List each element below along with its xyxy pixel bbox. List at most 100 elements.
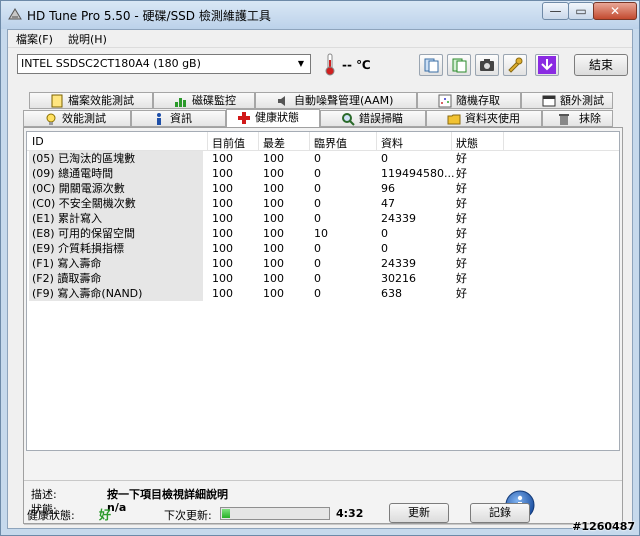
title-bar[interactable]: HD Tune Pro 5.50 - 硬碟/SSD 檢測維護工具 — ▭ ✕: [1, 1, 639, 29]
window-icon: [542, 95, 556, 107]
cell-current: 100: [212, 167, 233, 180]
table-row[interactable]: (E9) 介質耗損指標 100 100 0 0 好: [27, 241, 619, 256]
menu-help[interactable]: 說明(H): [68, 31, 107, 47]
magnifier-icon: [342, 113, 355, 126]
table-row[interactable]: (09) 總通電時間 100 100 0 119494580... 好: [27, 166, 619, 181]
cell-status: 好: [456, 287, 467, 300]
footer-divider: [24, 524, 622, 525]
minimize-button[interactable]: —: [542, 2, 569, 20]
cell-current: 100: [212, 257, 233, 270]
cell-data: 96: [381, 182, 395, 195]
tab-random-access[interactable]: 隨機存取: [417, 92, 521, 109]
screenshot-button[interactable]: [475, 54, 499, 76]
update-progress-bar: [220, 507, 330, 520]
tab-health[interactable]: 健康狀態: [226, 109, 320, 128]
chevron-down-icon[interactable]: ▼: [293, 56, 309, 72]
tab-extra-tests[interactable]: 額外測試: [521, 92, 613, 109]
cell-worst: 100: [263, 167, 284, 180]
smart-table[interactable]: ID 目前值 最差 臨界值 資料 狀態 (05) 已淘汰的區塊數 100 100 0 0…: [26, 131, 620, 451]
health-panel: ID 目前值 最差 臨界值 資料 狀態 (05) 已淘汰的區塊數 100 100 0 0…: [23, 127, 623, 525]
cell-current: 100: [212, 287, 233, 300]
tab-info[interactable]: 資訊: [131, 110, 226, 127]
cell-status: 好: [456, 167, 467, 180]
copy-info-button[interactable]: [419, 54, 443, 76]
cell-threshold: 0: [314, 272, 321, 285]
cell-id: (E1) 累計寫入: [29, 211, 203, 226]
info-small-icon: [157, 113, 161, 125]
cell-status: 好: [456, 272, 467, 285]
cell-worst: 100: [263, 197, 284, 210]
options-button[interactable]: [503, 54, 527, 76]
column-divider: [258, 132, 259, 150]
menu-separator: [8, 47, 632, 48]
cell-id: (E9) 介質耗損指標: [29, 241, 203, 256]
table-row[interactable]: (E1) 累計寫入 100 100 0 24339 好: [27, 211, 619, 226]
next-update-label: 下次更新:: [164, 509, 212, 522]
drive-select-value: INTEL SSDSC2CT180A4 (180 gB): [21, 57, 201, 70]
tab-benchmark[interactable]: 效能測試: [23, 110, 131, 127]
cell-data: 24339: [381, 257, 416, 270]
thermometer-icon: [325, 53, 335, 76]
cell-threshold: 10: [314, 227, 328, 240]
scatter-icon: [438, 94, 452, 108]
cell-worst: 100: [263, 272, 284, 285]
cell-worst: 100: [263, 212, 284, 225]
table-row[interactable]: (E8) 可用的保留空間 100 100 10 0 好: [27, 226, 619, 241]
col-header-worst[interactable]: 最差: [263, 135, 285, 151]
description-value: 按一下項目檢視詳細說明: [107, 488, 228, 501]
col-header-data[interactable]: 資料: [381, 135, 403, 151]
speaker-icon: [278, 96, 285, 106]
copy-all-button[interactable]: [447, 54, 471, 76]
log-button[interactable]: 記錄: [470, 503, 530, 523]
tab-aam[interactable]: 自動噪聲管理(AAM): [255, 92, 417, 109]
cell-status: 好: [456, 257, 467, 270]
tab-error-scan[interactable]: 錯誤掃瞄: [320, 110, 426, 127]
cell-id: (F2) 讀取壽命: [29, 271, 203, 286]
camera-icon: [480, 59, 494, 71]
tab-erase[interactable]: 抹除: [542, 110, 613, 127]
close-button[interactable]: ✕: [593, 2, 637, 20]
bar-chart-icon: [175, 98, 186, 107]
table-row[interactable]: (C0) 不安全關機次數 100 100 0 47 好: [27, 196, 619, 211]
cell-threshold: 0: [314, 167, 321, 180]
temperature-readout: -- ℃: [342, 58, 371, 72]
cell-id: (05) 已淘汰的區塊數: [29, 151, 203, 166]
table-row[interactable]: (F9) 寫入壽命(NAND) 100 100 0 638 好: [27, 286, 619, 301]
column-divider: [309, 132, 310, 150]
details-divider: [24, 480, 622, 481]
drive-select[interactable]: INTEL SSDSC2CT180A4 (180 gB) ▼: [17, 54, 311, 74]
cell-threshold: 0: [314, 182, 321, 195]
col-header-current[interactable]: 目前值: [212, 135, 245, 151]
tab-file-benchmark[interactable]: 檔案效能測試: [29, 92, 153, 109]
tab-disk-monitor[interactable]: 磁碟監控: [153, 92, 255, 109]
exit-button[interactable]: 結束: [574, 54, 628, 76]
menu-file[interactable]: 檔案(F): [16, 31, 53, 47]
table-header: ID 目前值 最差 臨界值 資料 狀態: [27, 132, 619, 151]
cell-data: 119494580...: [381, 167, 455, 180]
table-row[interactable]: (F2) 讀取壽命 100 100 0 30216 好: [27, 271, 619, 286]
col-header-status[interactable]: 狀態: [456, 135, 478, 151]
cell-id: (F1) 寫入壽命: [29, 256, 203, 271]
app-window: HD Tune Pro 5.50 - 硬碟/SSD 檢測維護工具 — ▭ ✕ 檔…: [0, 0, 640, 536]
refresh-button[interactable]: 更新: [389, 503, 449, 523]
cell-id: (C0) 不安全關機次數: [29, 196, 203, 211]
cell-data: 30216: [381, 272, 416, 285]
cell-threshold: 0: [314, 257, 321, 270]
folder-icon: [447, 114, 461, 125]
cell-threshold: 0: [314, 152, 321, 165]
table-row[interactable]: (F1) 寫入壽命 100 100 0 24339 好: [27, 256, 619, 271]
cell-worst: 100: [263, 242, 284, 255]
col-header-threshold[interactable]: 臨界值: [314, 135, 347, 151]
table-row[interactable]: (0C) 開關電源次數 100 100 0 96 好: [27, 181, 619, 196]
cell-worst: 100: [263, 182, 284, 195]
cell-status: 好: [456, 152, 467, 165]
health-status-label: 健康狀態:: [27, 509, 75, 522]
wrench-icon: [508, 57, 523, 73]
col-header-id[interactable]: ID: [32, 135, 44, 148]
column-divider: [376, 132, 377, 150]
cell-current: 100: [212, 152, 233, 165]
save-button[interactable]: [535, 54, 559, 76]
maximize-button[interactable]: ▭: [568, 2, 594, 20]
table-row[interactable]: (05) 已淘汰的區塊數 100 100 0 0 好: [27, 151, 619, 166]
tab-folder-usage[interactable]: 資料夾使用: [426, 110, 542, 127]
